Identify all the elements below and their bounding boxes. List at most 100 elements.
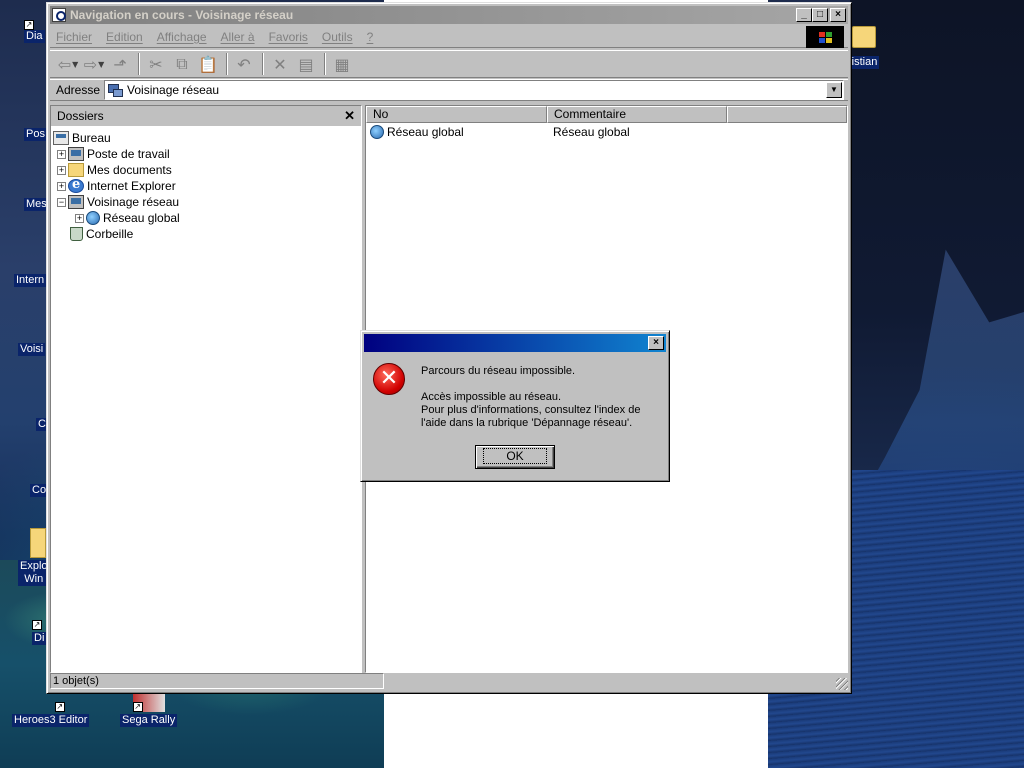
desktop-icon-heroes3-editor[interactable]: ↗ Heroes3 Editor: [12, 694, 90, 727]
ie-icon: [68, 177, 84, 193]
properties-button[interactable]: ▤: [294, 53, 318, 75]
expand-toggle[interactable]: +: [57, 181, 66, 191]
desktop-icon-sega-rally[interactable]: ↗ Sega Rally: [120, 694, 178, 727]
desktop-icon-explorer[interactable]: Explo Win: [18, 528, 50, 586]
desktop-icon-di[interactable]: ↗ Di: [32, 600, 47, 645]
expand-toggle[interactable]: +: [57, 165, 66, 175]
views-grid-icon: ▦: [334, 54, 350, 74]
window-title: Navigation en cours - Voisinage réseau: [70, 8, 294, 22]
desktop-icon-voisinage[interactable]: Voisi: [18, 343, 46, 356]
ok-button[interactable]: OK: [475, 445, 555, 469]
tree-item-label: Corbeille: [86, 227, 134, 241]
globe-icon: [86, 211, 100, 225]
dialog-titlebar[interactable]: ×: [364, 334, 666, 352]
toolbar: ⇦ ▼ ⇨ ▼ ⬏ ✂ ⧉ 📋 ↶ ✕ ▤ ▦: [50, 50, 848, 78]
status-text: 1 objet(s): [50, 673, 384, 689]
column-header-empty: [727, 106, 847, 123]
desktop-icon-internet[interactable]: Intern: [14, 274, 47, 287]
address-dropdown-button[interactable]: ▼: [826, 82, 842, 98]
cut-button[interactable]: ✂: [144, 53, 168, 75]
error-dialog: × ✕ Parcours du réseau impossible. Accès…: [360, 330, 670, 482]
tree-item-internet-explorer[interactable]: + Internet Explorer: [51, 177, 361, 194]
desktop-icon-label: Heroes3 Editor: [12, 714, 90, 727]
expand-toggle[interactable]: +: [75, 213, 84, 223]
toolbar-separator: [226, 53, 228, 75]
address-input[interactable]: Voisinage réseau ▼: [104, 80, 844, 100]
copy-icon: ⧉: [176, 54, 188, 73]
views-button[interactable]: ▦: [330, 53, 354, 75]
column-header-comment[interactable]: Commentaire: [547, 106, 727, 123]
sega-rally-icon: ↗: [132, 694, 165, 712]
desktop-icon-label: Sega Rally: [120, 714, 178, 727]
delete-button[interactable]: ✕: [268, 53, 292, 75]
dialog-message-line2: Accès impossible au réseau.: [421, 391, 562, 403]
tree-item-corbeille[interactable]: Corbeille: [51, 226, 361, 242]
tree-item-reseau-global[interactable]: + Réseau global: [51, 210, 361, 226]
menu-aller-a[interactable]: Aller à: [221, 30, 255, 44]
shortcut-icon: ↗: [32, 620, 42, 630]
list-item[interactable]: Réseau global Réseau global: [366, 123, 847, 141]
menu-help[interactable]: ?: [367, 30, 374, 44]
network-icon: [68, 195, 84, 209]
desktop-icon-pos[interactable]: Pos: [24, 128, 47, 141]
tree-item-mes-documents[interactable]: + Mes documents: [51, 162, 361, 178]
back-button[interactable]: ⇦ ▼: [56, 53, 80, 75]
menu-favoris[interactable]: Favoris: [269, 30, 308, 44]
desktop-icon: [53, 131, 69, 145]
dialog-message-line3: Pour plus d'informations, consultez l'in…: [421, 404, 641, 429]
computer-icon: [68, 147, 84, 161]
paste-button[interactable]: 📋: [196, 53, 220, 75]
resize-grip-icon[interactable]: [836, 678, 848, 690]
list-item-name-cell: Réseau global: [366, 125, 547, 139]
tree-item-poste-de-travail[interactable]: + Poste de travail: [51, 146, 361, 162]
menu-fichier[interactable]: Fichier: [56, 30, 92, 44]
tree-item-bureau[interactable]: Bureau: [51, 130, 361, 146]
copy-button[interactable]: ⧉: [170, 53, 194, 75]
toolbar-separator: [262, 53, 264, 75]
network-icon: [107, 83, 124, 97]
window-titlebar[interactable]: Navigation en cours - Voisinage réseau _…: [50, 6, 848, 24]
dialog-close-button[interactable]: ×: [648, 336, 664, 350]
heroes3-icon: ↗: [54, 702, 65, 712]
globe-icon: [370, 125, 384, 139]
address-bar: Adresse Voisinage réseau ▼: [50, 79, 848, 101]
tree-item-label: Internet Explorer: [87, 179, 176, 193]
column-header-name[interactable]: No: [366, 106, 547, 123]
folders-title: Dossiers: [57, 109, 104, 123]
undo-icon: ↶: [237, 54, 251, 74]
explorer-icon: [30, 528, 46, 558]
tree-item-voisinage-reseau[interactable]: − Voisinage réseau: [51, 194, 361, 210]
address-label: Adresse: [56, 83, 101, 97]
folder-icon: [852, 26, 876, 48]
desktop-icon-label: Pos: [24, 128, 47, 141]
menu-edition[interactable]: Edition: [106, 30, 143, 44]
menu-affichage[interactable]: Affichage: [157, 30, 207, 44]
ok-button-label: OK: [483, 448, 547, 464]
list-header: No Commentaire: [366, 106, 847, 123]
undo-button[interactable]: ↶: [232, 53, 256, 75]
menu-outils[interactable]: Outils: [322, 30, 353, 44]
paste-icon: 📋: [198, 54, 218, 74]
forward-button[interactable]: ⇨ ▼: [82, 53, 106, 75]
close-folders-pane-button[interactable]: ✕: [344, 108, 355, 124]
close-button[interactable]: ×: [830, 8, 846, 22]
tree-item-label: Mes documents: [87, 163, 172, 177]
status-bar: 1 objet(s): [50, 672, 848, 690]
maximize-button[interactable]: □: [812, 8, 828, 22]
address-value: Voisinage réseau: [127, 83, 220, 97]
folder-icon: [68, 163, 84, 177]
tree-item-label: Bureau: [72, 131, 111, 145]
up-folder-button[interactable]: ⬏: [108, 53, 132, 75]
tree-item-label: Poste de travail: [87, 147, 170, 161]
explorer-window-icon: [52, 8, 66, 22]
menu-bar: Fichier Edition Affichage Aller à Favori…: [50, 26, 848, 48]
minimize-button[interactable]: _: [796, 8, 812, 22]
chevron-down-icon: ▼: [72, 59, 79, 69]
scissors-icon: ✂: [149, 54, 163, 74]
collapse-toggle[interactable]: −: [57, 197, 66, 207]
expand-toggle[interactable]: +: [57, 149, 66, 159]
desktop-icon-dia[interactable]: ↗ Dia: [24, 6, 45, 43]
list-item-name: Réseau global: [387, 125, 464, 139]
desktop-icon-label: Di: [32, 632, 47, 645]
desktop-icon-label: Dia: [24, 30, 45, 43]
